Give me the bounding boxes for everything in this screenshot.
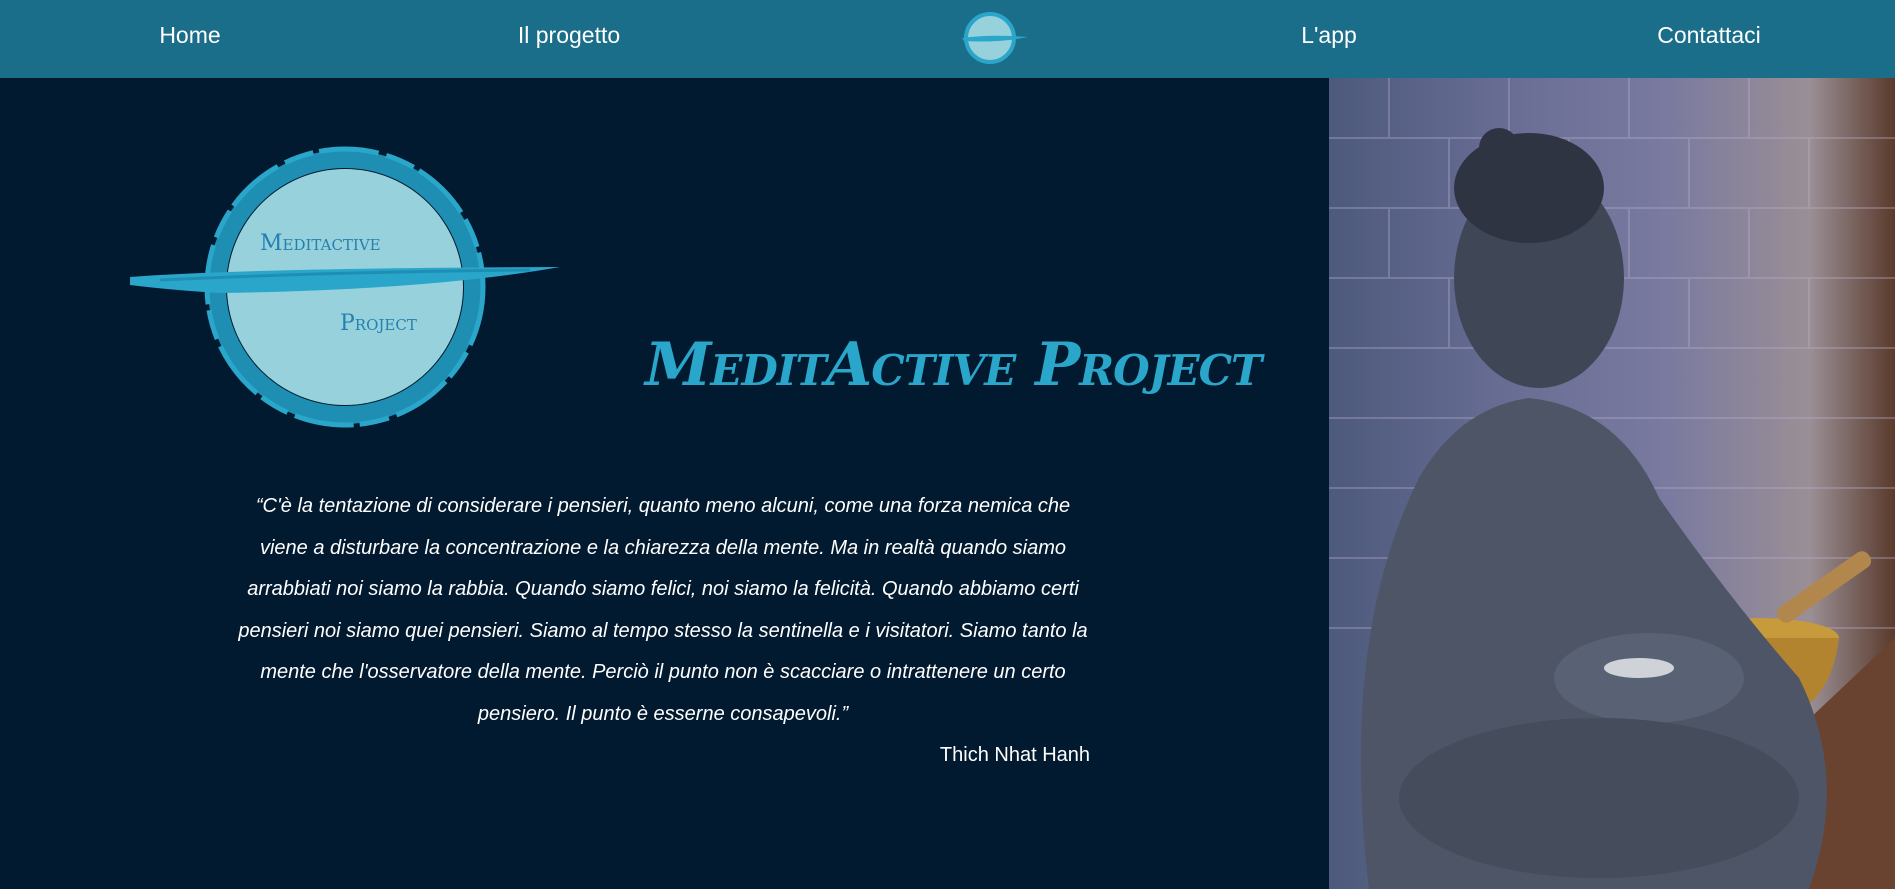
logo-line2: Project [340, 311, 417, 336]
site-title: MeditActive Project [645, 330, 1262, 400]
hero-section: Meditactive Project MeditActive Project … [0, 78, 1329, 889]
nav-link-il-progetto[interactable]: Il progetto [518, 22, 620, 49]
quote-author: Thich Nhat Hanh [939, 744, 1090, 766]
quote-text: “C'è la tentazione di considerare i pens… [238, 495, 1088, 725]
buddha-statue-image [1329, 78, 1895, 889]
meditactive-project-logo: Meditactive Project [130, 146, 560, 428]
nav-link-home[interactable]: Home [159, 22, 220, 49]
buddha-statue-illustration [1329, 78, 1895, 889]
nav-link-contattaci[interactable]: Contattaci [1657, 22, 1761, 49]
logo-line1: Meditactive [260, 231, 381, 256]
navbar: Home Il progetto L'app Contattaci [0, 0, 1895, 78]
nav-link-app[interactable]: L'app [1301, 22, 1357, 49]
meditactive-logo-icon[interactable] [960, 10, 1030, 66]
